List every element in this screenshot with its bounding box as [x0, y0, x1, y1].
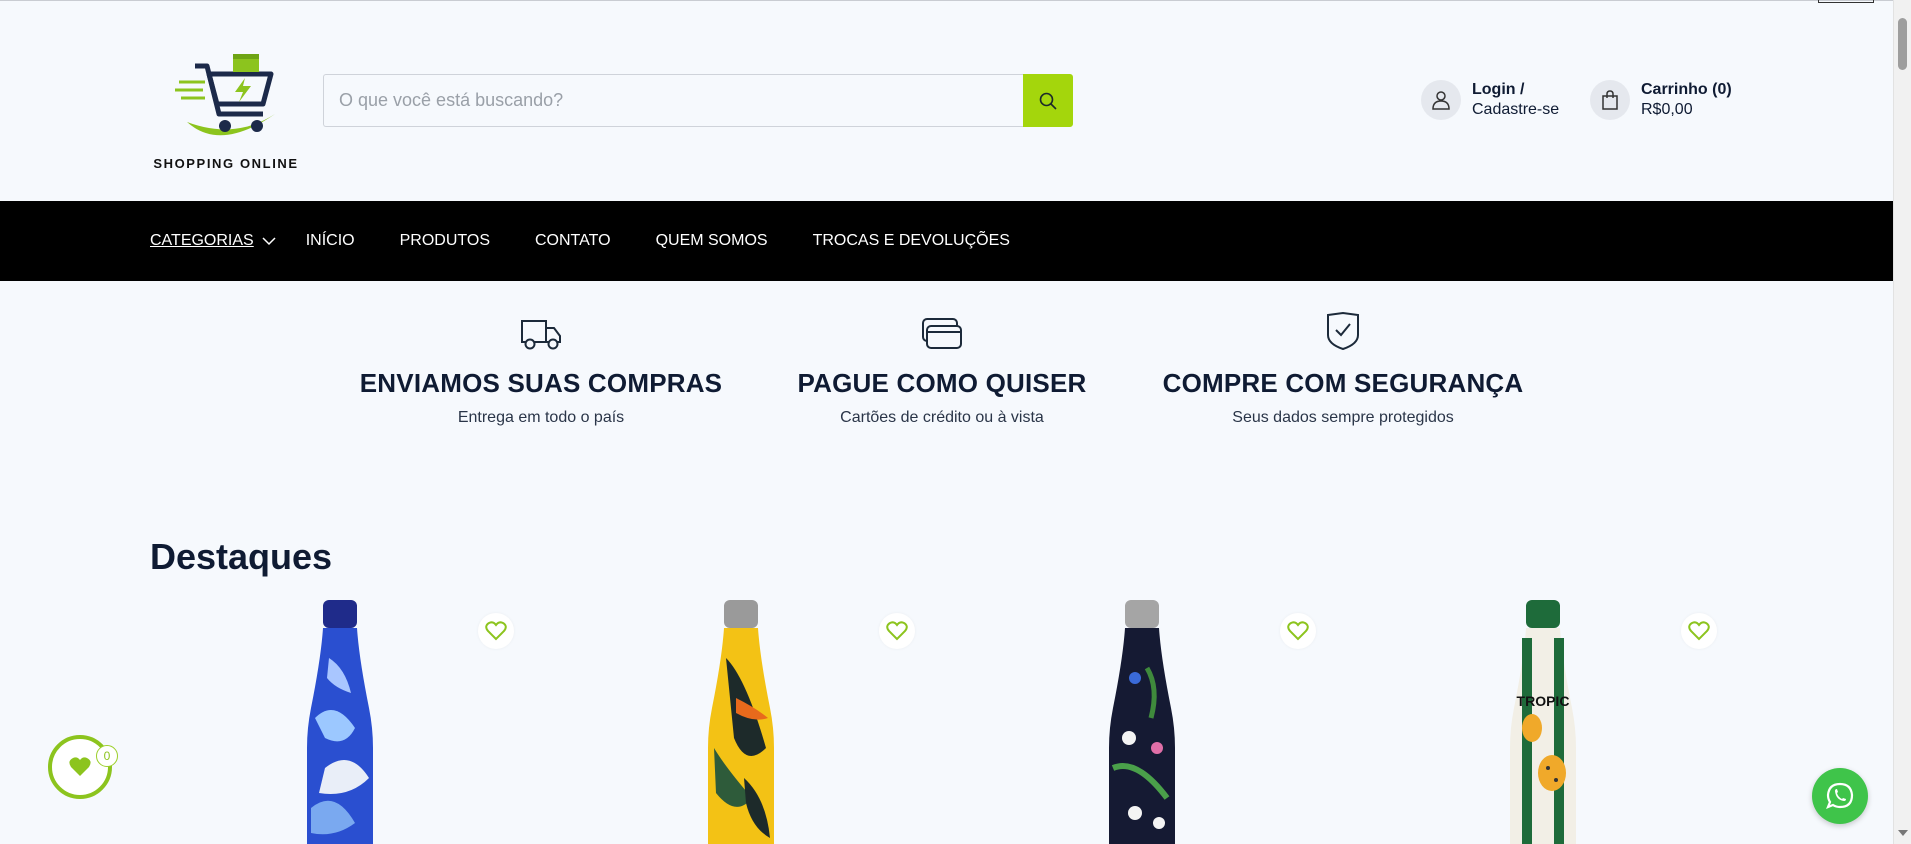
product-image-blue-bottle[interactable] [305, 598, 375, 844]
scroll-down-arrow-icon[interactable] [1898, 830, 1908, 836]
feature-security: COMPRE COM SEGURANÇA Seus dados sempre p… [1133, 306, 1553, 427]
product-image-yellow-bottle[interactable] [706, 598, 776, 844]
login-label[interactable]: Login / [1472, 80, 1559, 100]
vertical-scrollbar[interactable] [1893, 0, 1911, 844]
favorite-button[interactable] [1280, 613, 1316, 649]
account-link[interactable]: Login / Cadastre-se [1421, 80, 1559, 120]
product-card[interactable] [972, 598, 1316, 844]
product-card[interactable]: TROPIC [1373, 598, 1717, 844]
nav-categories-label: CATEGORIAS [150, 232, 254, 249]
favorite-button[interactable] [1681, 613, 1717, 649]
site-logo[interactable]: SHOPPING ONLINE [150, 52, 302, 172]
feature-title: COMPRE COM SEGURANÇA [1162, 368, 1524, 398]
shopping-bag-icon [1590, 80, 1630, 120]
product-image-green-stripes-bottle[interactable]: TROPIC [1508, 598, 1578, 844]
whatsapp-button[interactable] [1812, 768, 1868, 824]
cart-logo-icon [175, 54, 275, 136]
product-card[interactable] [571, 598, 915, 844]
favorite-button[interactable] [879, 613, 915, 649]
credit-card-icon [922, 318, 962, 349]
site-header: SHOPPING ONLINE Login / Cadastre-se [0, 0, 1893, 201]
feature-subtitle: Seus dados sempre protegidos [1232, 409, 1454, 426]
nav-products[interactable]: PRODUTOS [400, 232, 490, 250]
section-title-highlights: Destaques [150, 536, 333, 577]
main-nav: CATEGORIAS INÍCIO PRODUTOS CONTATO QUEM … [0, 201, 1893, 281]
heart-icon [1688, 621, 1710, 641]
logo-text: SHOPPING ONLINE [153, 156, 299, 171]
heart-icon [886, 621, 908, 641]
feature-title: ENVIAMOS SUAS COMPRAS [359, 368, 723, 398]
wishlist-count-badge: 0 [96, 745, 118, 767]
heart-icon [1287, 621, 1309, 641]
feature-shipping: ENVIAMOS SUAS COMPRAS Entrega em todo o … [331, 306, 751, 427]
features-bar: ENVIAMOS SUAS COMPRAS Entrega em todo o … [0, 281, 1893, 441]
nav-contact[interactable]: CONTATO [535, 232, 611, 250]
search-bar [323, 74, 1073, 127]
heart-filled-icon [69, 757, 91, 776]
nav-about[interactable]: QUEM SOMOS [656, 232, 768, 250]
cart-link[interactable]: Carrinho (0) R$0,00 [1590, 80, 1732, 120]
feature-subtitle: Entrega em todo o país [457, 409, 625, 426]
whatsapp-icon [1826, 782, 1854, 809]
cart-count-label[interactable]: Carrinho (0) [1641, 80, 1732, 100]
search-button[interactable] [1023, 74, 1073, 127]
nav-home[interactable]: INÍCIO [306, 232, 355, 250]
nav-returns[interactable]: TROCAS E DEVOLUÇÕES [813, 232, 1010, 250]
shield-check-icon [1327, 311, 1359, 351]
nav-categories[interactable]: CATEGORIAS [150, 232, 276, 250]
scrollbar-thumb[interactable] [1898, 18, 1907, 70]
feature-payment: PAGUE COMO QUISER Cartões de crédito ou … [732, 306, 1152, 427]
search-icon [1039, 92, 1057, 110]
search-input[interactable] [323, 74, 1023, 127]
cart-total: R$0,00 [1641, 101, 1693, 118]
favorite-button[interactable] [478, 613, 514, 649]
product-card[interactable] [170, 598, 514, 844]
chevron-down-icon [262, 236, 276, 245]
feature-subtitle: Cartões de crédito ou à vista [840, 409, 1044, 426]
wishlist-button[interactable]: 0 [48, 735, 118, 799]
user-icon [1421, 80, 1461, 120]
product-image-dark-floral-bottle[interactable] [1107, 598, 1177, 844]
truck-icon [521, 320, 561, 350]
signup-label[interactable]: Cadastre-se [1472, 100, 1559, 120]
heart-icon [485, 621, 507, 641]
feature-title: PAGUE COMO QUISER [797, 368, 1087, 398]
bottle-print-text: TROPIC [1517, 693, 1570, 709]
